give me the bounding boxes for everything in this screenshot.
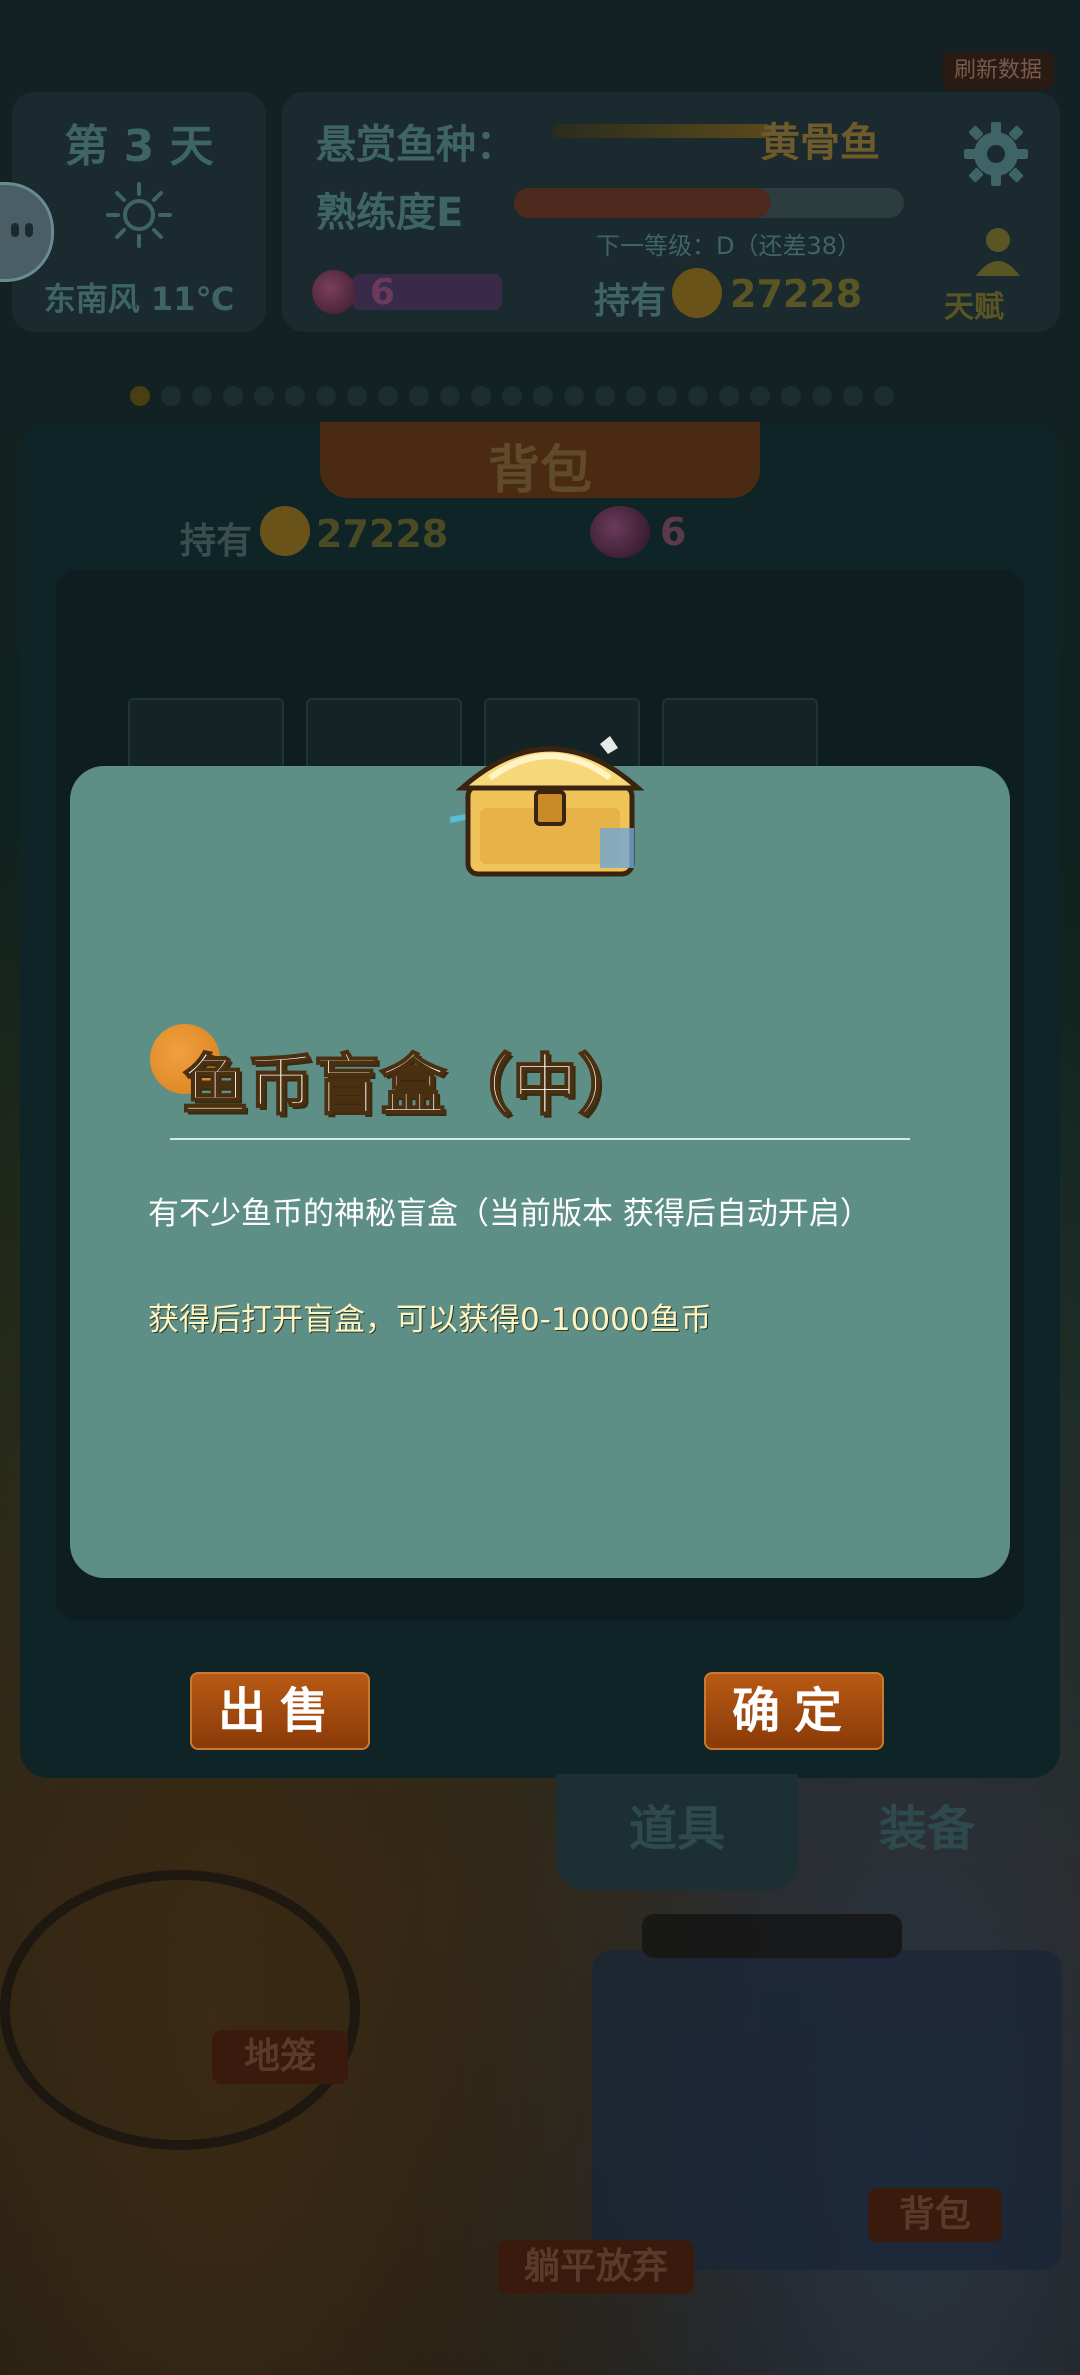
treasure-chest-icon xyxy=(450,736,645,877)
coin-count: 27228 xyxy=(730,272,863,316)
wind-temperature: 东南风 11℃ xyxy=(43,280,235,318)
give-up-button[interactable]: 躺平放弃 xyxy=(498,2240,694,2294)
day-counter: 第 3 天 xyxy=(64,121,214,172)
progress-dot xyxy=(130,386,150,406)
progress-dot xyxy=(533,386,553,406)
next-level-text: 下一等级：D（还差38） xyxy=(596,232,862,260)
avatar-eye xyxy=(25,223,33,237)
bounty-fish-image xyxy=(552,124,772,138)
status-panel: 悬赏鱼种： 黄骨鱼 熟练度E 下一等级：D（还差38） 6 持有 27228 天… xyxy=(282,92,1060,332)
backpack-own-label: 持有 xyxy=(180,521,253,562)
progress-dot xyxy=(843,386,863,406)
progress-dot xyxy=(564,386,584,406)
progress-dot xyxy=(657,386,677,406)
progress-dot xyxy=(781,386,801,406)
progress-dot xyxy=(409,386,429,406)
sun-icon xyxy=(106,182,172,248)
progress-dot xyxy=(192,386,212,406)
progress-dot xyxy=(285,386,305,406)
tab-props[interactable]: 道具 xyxy=(556,1774,798,1890)
item-title: 鱼币盲盒（中） xyxy=(181,1046,645,1125)
item-reward-text: 获得后打开盲盒，可以获得0-10000鱼币 xyxy=(148,1302,712,1338)
proficiency-bar xyxy=(514,188,904,218)
coin-icon xyxy=(672,268,722,318)
fish-cage-image xyxy=(0,1870,360,2150)
progress-dot xyxy=(471,386,491,406)
progress-dot xyxy=(347,386,367,406)
backpack-title: 背包 xyxy=(487,441,592,501)
progress-dot xyxy=(161,386,181,406)
gem-counter: 6 xyxy=(312,270,532,314)
progress-dot xyxy=(440,386,460,406)
avatar-eye xyxy=(11,223,19,237)
gear-icon[interactable] xyxy=(962,120,1030,188)
gem-icon xyxy=(590,506,650,558)
progress-dot xyxy=(502,386,522,406)
confirm-button[interactable]: 确定 xyxy=(704,1672,884,1750)
progress-dot xyxy=(316,386,336,406)
talent-icon[interactable] xyxy=(972,224,1024,276)
tab-equipment-label: 装备 xyxy=(878,1801,975,1857)
coin-icon xyxy=(260,506,310,556)
proficiency-label: 熟练度E xyxy=(316,190,464,236)
progress-dot xyxy=(750,386,770,406)
gem-count: 6 xyxy=(370,272,396,313)
progress-dot xyxy=(719,386,739,406)
bounty-label: 悬赏鱼种： xyxy=(316,122,516,168)
bag-button[interactable]: 背包 xyxy=(868,2188,1002,2242)
tab-props-label: 道具 xyxy=(628,1801,725,1857)
own-label: 持有 xyxy=(594,281,667,322)
talent-button[interactable]: 天赋 xyxy=(944,282,1004,326)
bounty-fish: 黄骨鱼 xyxy=(760,120,880,166)
refresh-data-button[interactable]: 刷新数据 xyxy=(942,52,1054,90)
progress-dot xyxy=(378,386,398,406)
progress-dot xyxy=(874,386,894,406)
ground-cage-button[interactable]: 地笼 xyxy=(212,2030,348,2084)
progress-dot xyxy=(223,386,243,406)
sell-button[interactable]: 出售 xyxy=(190,1672,370,1750)
progress-dot xyxy=(595,386,615,406)
progress-dot xyxy=(812,386,832,406)
progress-dot xyxy=(688,386,708,406)
tackle-box-lid xyxy=(642,1914,902,1958)
progress-dot xyxy=(626,386,646,406)
tab-equipment[interactable]: 装备 xyxy=(806,1774,1048,1890)
progress-dot xyxy=(254,386,274,406)
backpack-coin-count: 27228 xyxy=(316,512,449,556)
item-description: 有不少鱼币的神秘盲盒（当前版本 获得后自动开启） xyxy=(148,1196,871,1232)
proficiency-fill xyxy=(514,188,772,218)
title-divider xyxy=(170,1138,910,1140)
backpack-title-tab: 背包 xyxy=(320,422,760,501)
gem-icon xyxy=(312,270,356,314)
backpack-gem-count: 6 xyxy=(660,510,687,554)
day-progress-dots xyxy=(130,386,950,406)
